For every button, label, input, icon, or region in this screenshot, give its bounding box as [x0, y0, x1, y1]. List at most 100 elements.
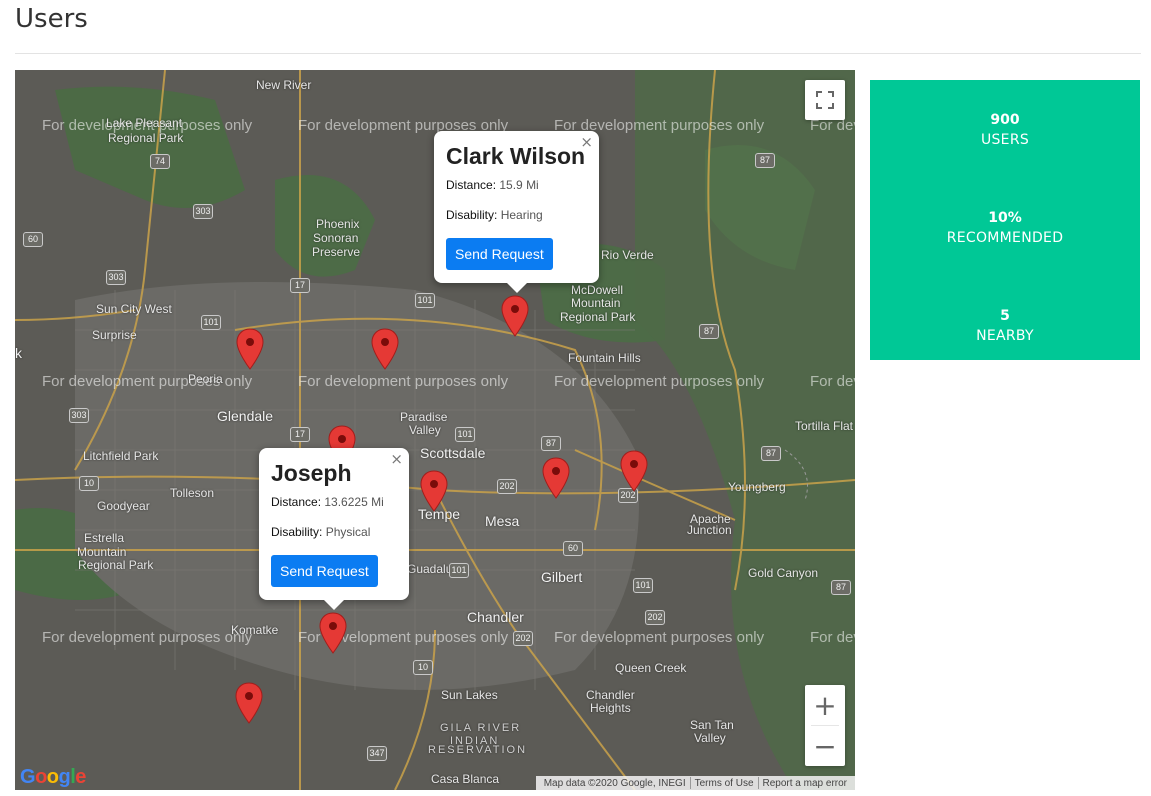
distance-label: Distance: — [446, 178, 497, 192]
distance-value: 15.9 Mi — [499, 178, 539, 192]
map-marker-pin[interactable] — [235, 682, 263, 724]
place-label: Mountain — [77, 545, 127, 559]
stat-value: 900 — [990, 112, 1020, 128]
fullscreen-icon — [816, 91, 834, 109]
google-logo: Google — [20, 766, 86, 788]
place-label: Paradise — [400, 410, 448, 424]
place-label: Queen Creek — [615, 661, 687, 675]
highway-shield: 202 — [645, 610, 665, 625]
highway-shield: 87 — [761, 446, 781, 461]
highway-shield: 17 — [290, 427, 310, 442]
highway-shield: 101 — [633, 578, 653, 593]
highway-shield: 60 — [563, 541, 583, 556]
place-label: Regional Park — [78, 558, 154, 572]
user-name: Joseph — [271, 460, 352, 486]
distance-row: Distance: 13.6225 Mi — [271, 495, 397, 509]
place-label: Casa Blanca — [431, 772, 500, 786]
place-label: Surprise — [92, 328, 137, 342]
place-label: Glendale — [217, 408, 274, 424]
place-label: Peoria — [188, 372, 223, 386]
zoom-out-button[interactable]: − — [805, 726, 845, 766]
place-label: Gilbert — [541, 569, 583, 585]
place-label: Sun Lakes — [441, 688, 498, 702]
close-icon[interactable]: × — [390, 450, 403, 468]
map-marker-pin[interactable] — [420, 470, 448, 512]
close-icon[interactable]: × — [580, 133, 593, 151]
disability-label: Disability: — [271, 525, 323, 539]
highway-shield: 17 — [290, 278, 310, 293]
place-label: San Tan — [690, 718, 734, 732]
highway-shield: 202 — [497, 479, 517, 494]
user-name: Clark Wilson — [446, 143, 586, 169]
stats-panel: 900 USERS 10% RECOMMENDED 5 NEARBY — [870, 80, 1140, 360]
place-label: Goodyear — [97, 499, 150, 513]
info-window: × Clark Wilson Distance: 15.9 Mi Disabil… — [434, 131, 599, 293]
place-label: Junction — [687, 523, 732, 537]
map-marker-pin[interactable] — [620, 450, 648, 492]
highway-shield: 202 — [513, 631, 533, 646]
watermark-text: For development purposes only — [554, 629, 765, 646]
place-label: Regional Park — [560, 310, 636, 324]
map-marker-pin[interactable] — [236, 328, 264, 370]
highway-shield: 74 — [150, 154, 170, 169]
highway-shield: 303 — [106, 270, 126, 285]
place-label: Valley — [409, 423, 441, 437]
highway-shield: 101 — [455, 427, 475, 442]
place-label: Valley — [694, 731, 726, 745]
highway-shield: 10 — [413, 660, 433, 675]
disability-label: Disability: — [446, 208, 498, 222]
place-label: Tolleson — [170, 486, 215, 500]
place-label: Tortilla Flat — [795, 419, 854, 433]
distance-label: Distance: — [271, 495, 322, 509]
place-label: McDowell — [571, 283, 624, 297]
disability-value: Physical — [325, 525, 371, 539]
stat-value: 10% — [988, 210, 1022, 226]
distance-value: 13.6225 Mi — [324, 495, 384, 509]
zoom-control: + − — [805, 685, 845, 766]
map-marker-pin[interactable] — [319, 612, 347, 654]
fullscreen-button[interactable] — [805, 80, 845, 120]
highway-shield: 347 — [367, 746, 387, 761]
stat-label: NEARBY — [976, 328, 1034, 344]
highway-shield: 10 — [79, 476, 99, 491]
stat-value: 5 — [1000, 308, 1010, 324]
disability-row: Disability: Hearing — [446, 208, 587, 222]
highway-shield: 101 — [449, 563, 469, 578]
highway-shield: 303 — [193, 204, 213, 219]
map-marker-pin[interactable] — [501, 295, 529, 337]
map-marker-pin[interactable] — [542, 457, 570, 499]
highway-shield: 101 — [201, 315, 221, 330]
highway-shield: 60 — [23, 232, 43, 247]
place-label: Preserve — [312, 245, 361, 259]
send-request-button[interactable]: Send Request — [271, 555, 378, 587]
place-label: Chandler — [467, 609, 524, 625]
terms-link[interactable]: Terms of Use — [691, 778, 758, 789]
place-label: Youngberg — [728, 480, 786, 494]
place-label: Litchfield Park — [83, 449, 159, 463]
place-label: Gold Canyon — [748, 566, 819, 580]
stat-recommended: 10% RECOMMENDED — [870, 210, 1140, 246]
highway-shield: 87 — [699, 324, 719, 339]
watermark-text: For development purposes only — [298, 373, 509, 390]
map-attribution: Map data ©2020 Google, INEGI Terms of Us… — [535, 776, 855, 790]
place-label: k — [15, 345, 22, 361]
highway-shield: 87 — [755, 153, 775, 168]
stat-users: 900 USERS — [870, 112, 1140, 148]
place-label: Scottsdale — [420, 445, 486, 461]
map[interactable]: For development purposes only For develo… — [15, 70, 855, 790]
place-label: Sonoran — [313, 231, 359, 245]
place-label: RESERVATION — [428, 744, 528, 756]
place-label: Mesa — [485, 513, 520, 529]
place-label: Phoenix — [316, 217, 360, 231]
highway-shield: 87 — [541, 436, 561, 451]
map-marker-pin[interactable] — [371, 328, 399, 370]
highway-shield: 101 — [415, 293, 435, 308]
stat-label: USERS — [980, 132, 1030, 148]
watermark-text: For development purposes only — [554, 373, 765, 390]
report-map-error-link[interactable]: Report a map error — [759, 778, 851, 789]
zoom-in-button[interactable]: + — [805, 685, 845, 725]
highway-shield: 303 — [69, 408, 89, 423]
place-label: Mountain — [571, 296, 621, 310]
send-request-button[interactable]: Send Request — [446, 238, 553, 270]
place-label: Sun City West — [96, 302, 172, 316]
